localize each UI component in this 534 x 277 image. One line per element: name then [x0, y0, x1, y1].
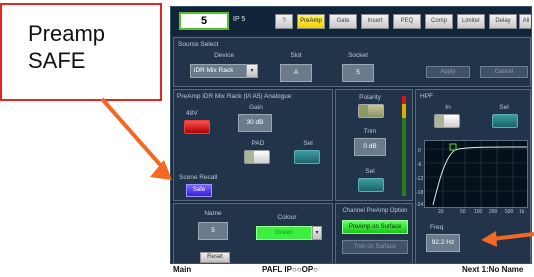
- preamp-title: PreAmp iDR Mix Rack (I/I A5) Analogue: [177, 93, 292, 100]
- tab-delay[interactable]: Delay: [489, 14, 517, 29]
- meter-normal-segment: [402, 118, 406, 196]
- hpf-x-label-2: 100: [474, 209, 483, 215]
- colour-label: Colour: [277, 214, 297, 221]
- help-button[interactable]: ?: [275, 14, 293, 29]
- polarity-label: Polarity: [359, 94, 381, 101]
- phantom-power-switch[interactable]: [184, 120, 210, 134]
- tab-preamp[interactable]: PreAmp: [297, 14, 325, 29]
- tab-limiter[interactable]: Limiter: [457, 14, 485, 29]
- hpf-freq-label: Freq: [430, 224, 444, 231]
- channel-processing-screen: 5 IP 5 ? PreAmp Gate Insert PEQ Comp Lim…: [170, 6, 532, 264]
- hpf-x-label-0: 20: [438, 209, 444, 215]
- hpf-panel: HPF In Sel 0 -6 -12 -18 -24 20 50 100 20…: [415, 89, 531, 263]
- slot-label: Slot: [290, 52, 302, 59]
- polarity-sel-switch[interactable]: [358, 178, 384, 192]
- status-bar: Main PAFL IP○○OP○ Next 1:No Name: [170, 264, 534, 277]
- channel-preamp-option-title: Channel PreAmp Option: [342, 208, 408, 214]
- pad-label: PAD: [251, 140, 265, 147]
- device-value: iDR Mix Rack: [194, 67, 234, 74]
- tab-comp[interactable]: Comp: [425, 14, 453, 29]
- status-left: Main: [173, 265, 192, 274]
- hpf-y-label-2: -12: [416, 176, 424, 182]
- status-right: Next 1:No Name: [462, 265, 524, 274]
- tab-insert[interactable]: Insert: [361, 14, 389, 29]
- hpf-y-label-1: -6: [417, 162, 422, 168]
- input-level-meter: [402, 96, 406, 196]
- status-center: PAFL IP○○OP○: [262, 265, 318, 274]
- preamp-panel: PreAmp iDR Mix Rack (I/I A5) Analogue 48…: [173, 89, 333, 201]
- phantom-label: 48V: [186, 110, 198, 117]
- source-select-panel: Source Select Device iDR Mix Rack ▾ Slot…: [173, 37, 531, 87]
- pad-switch-knob: [245, 151, 254, 163]
- top-bar: 5 IP 5 ? PreAmp Gate Insert PEQ Comp Lim…: [171, 7, 531, 35]
- hpf-x-label-5: 1k: [519, 209, 525, 215]
- hpf-sel-switch[interactable]: [492, 114, 518, 128]
- hpf-in-switch[interactable]: [434, 114, 460, 128]
- callout-arrow-line: [100, 97, 165, 170]
- hpf-curve-svg: [425, 141, 528, 207]
- device-label: Device: [214, 52, 234, 59]
- hpf-in-switch-knob: [435, 115, 444, 127]
- source-select-title: Source Select: [178, 41, 219, 48]
- callout-line-2: SAFE: [28, 48, 86, 73]
- tab-peq[interactable]: PEQ: [393, 14, 421, 29]
- callout-line-1: Preamp: [28, 21, 106, 46]
- preamp-sel-label: Sel: [303, 140, 313, 147]
- hpf-y-label-3: -18: [416, 190, 424, 196]
- polarity-switch-knob: [359, 105, 368, 117]
- reset-button[interactable]: Reset: [200, 252, 230, 263]
- tab-gate[interactable]: Gate: [329, 14, 357, 29]
- hpf-y-label-4: -24: [416, 202, 424, 208]
- polarity-switch[interactable]: [358, 104, 384, 118]
- safe-button[interactable]: Safe: [186, 184, 212, 197]
- name-label: Name: [204, 210, 222, 217]
- callout-arrow-head: [150, 160, 172, 180]
- cancel-button[interactable]: Cancel: [480, 66, 528, 78]
- trim-field[interactable]: 0 dB: [354, 138, 386, 156]
- slot-field[interactable]: A: [280, 64, 312, 82]
- polarity-sel-label: Sel: [365, 168, 375, 175]
- apply-button[interactable]: Apply: [426, 66, 470, 78]
- tab-all[interactable]: All: [519, 14, 531, 29]
- gain-field[interactable]: 30 dB: [238, 114, 272, 132]
- hpf-response-graph[interactable]: [424, 140, 528, 208]
- hpf-x-label-3: 200: [489, 209, 498, 215]
- hpf-x-label-1: 50: [460, 209, 466, 215]
- preamp-sel-switch[interactable]: [294, 150, 320, 164]
- hpf-in-label: In: [445, 104, 451, 111]
- colour-select[interactable]: Green: [256, 226, 312, 240]
- hpf-title: HPF: [420, 93, 433, 100]
- socket-field[interactable]: 5: [342, 64, 374, 82]
- meter-clip-segment: [402, 96, 406, 104]
- trim-label: Trim: [363, 128, 377, 135]
- callout-box: Preamp SAFE: [0, 3, 162, 101]
- hpf-y-label-0: 0: [418, 148, 421, 154]
- channel-preamp-option-panel: Channel PreAmp Option PreAmp on Surface …: [335, 203, 413, 263]
- meter-hot-segment: [402, 104, 406, 118]
- colour-chevron-down-icon[interactable]: ▾: [312, 226, 322, 240]
- pad-switch[interactable]: [244, 150, 270, 164]
- gain-label: Gain: [249, 104, 263, 111]
- hpf-x-label-4: 500: [505, 209, 514, 215]
- name-colour-panel: Name 5 Colour Green ▾ Reset: [173, 203, 333, 263]
- hpf-freq-field[interactable]: 92.2 Hz: [426, 234, 460, 252]
- hpf-sel-label: Sel: [499, 104, 509, 111]
- scene-recall-label: Scene Recall: [179, 174, 218, 181]
- channel-number-display[interactable]: 5: [179, 12, 229, 30]
- channel-name-label: IP 5: [233, 16, 246, 23]
- name-field[interactable]: 5: [198, 222, 228, 240]
- socket-label: Socket: [348, 52, 368, 59]
- preamp-on-surface-button[interactable]: PreAmp on Surface: [342, 220, 408, 234]
- polarity-trim-panel: Polarity Trim 0 dB Sel: [335, 89, 413, 201]
- chevron-down-icon[interactable]: ▾: [246, 64, 258, 78]
- trim-on-surface-button[interactable]: Trim on Surface: [342, 240, 408, 254]
